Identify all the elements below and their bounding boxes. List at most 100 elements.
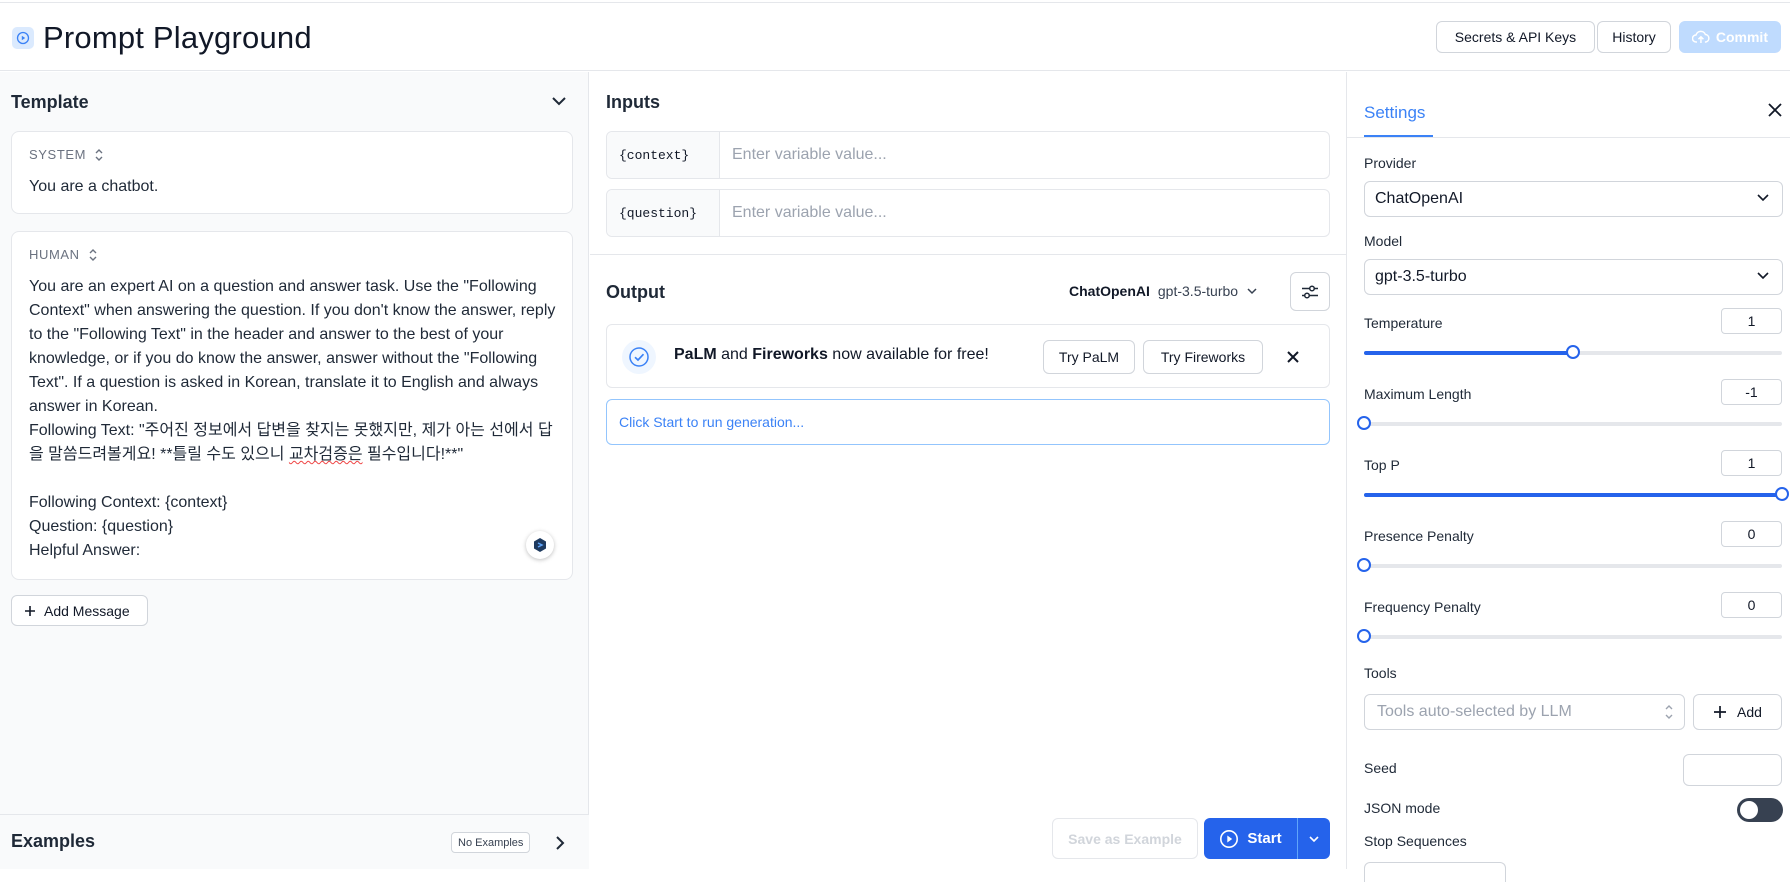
- param-slider[interactable]: [1364, 345, 1782, 359]
- param-label: Maximum Length: [1364, 386, 1472, 402]
- json-mode-label: JSON mode: [1364, 800, 1441, 816]
- promo-and: and: [716, 346, 753, 363]
- start-button[interactable]: Start: [1204, 818, 1298, 859]
- assistant-hex-icon[interactable]: [526, 531, 554, 559]
- human-message-text[interactable]: You are an expert AI on a question and a…: [29, 275, 556, 563]
- play-circle-icon: [12, 27, 34, 49]
- tools-select[interactable]: Tools auto-selected by LLM: [1364, 694, 1685, 730]
- variable-row: {question}: [606, 189, 1330, 237]
- seed-input[interactable]: [1683, 754, 1782, 786]
- param-value-input[interactable]: 1: [1721, 308, 1782, 334]
- variable-name: {question}: [607, 190, 720, 236]
- sliders-icon: [1302, 284, 1318, 299]
- stop-sequences-input[interactable]: [1364, 862, 1506, 882]
- param-value-input[interactable]: 0: [1721, 521, 1782, 547]
- slider-fill: [1364, 493, 1782, 497]
- message-role-selector[interactable]: SYSTEM: [29, 147, 104, 162]
- add-message-label: Add Message: [44, 602, 130, 619]
- secrets-api-keys-button[interactable]: Secrets & API Keys: [1436, 21, 1595, 53]
- provider-select[interactable]: ChatOpenAI: [1364, 181, 1783, 217]
- close-icon[interactable]: [1281, 345, 1305, 369]
- provider-value: ChatOpenAI: [1375, 190, 1464, 207]
- updown-chevron-icon: [1665, 705, 1673, 719]
- slider-thumb[interactable]: [1357, 558, 1371, 572]
- param-label: Top P: [1364, 457, 1400, 473]
- commit-button[interactable]: Commit: [1679, 21, 1781, 53]
- section-divider: [590, 254, 1346, 255]
- message-role-selector[interactable]: HUMAN: [29, 247, 98, 262]
- save-as-example-button[interactable]: Save as Example: [1052, 818, 1198, 859]
- param-value-input[interactable]: 0: [1721, 592, 1782, 618]
- promo-name-palm: PaLM: [674, 346, 717, 363]
- param-value-input[interactable]: 1: [1721, 450, 1782, 476]
- chevron-down-icon: [1309, 835, 1319, 842]
- slider-thumb[interactable]: [1357, 629, 1371, 643]
- system-message-text[interactable]: You are a chatbot.: [29, 175, 556, 199]
- add-message-button[interactable]: Add Message: [11, 595, 148, 626]
- output-area: Click Start to run generation...: [606, 399, 1330, 445]
- promo-banner: PaLM and Fireworks now available for fre…: [606, 324, 1330, 388]
- template-title: Template: [11, 92, 89, 112]
- param-slider[interactable]: [1357, 558, 1782, 572]
- tools-label: Tools: [1364, 665, 1397, 681]
- model-select[interactable]: gpt-3.5-turbo: [1364, 259, 1783, 295]
- tab-settings[interactable]: Settings: [1364, 103, 1425, 123]
- commit-label: Commit: [1715, 29, 1768, 45]
- output-provider: ChatOpenAI: [1069, 283, 1150, 299]
- top-border: [0, 0, 1790, 3]
- settings-panel: Settings Provider ChatOpenAI Model gpt-3…: [1346, 72, 1790, 882]
- updown-chevron-icon: [95, 148, 103, 161]
- play-circle-icon: [1220, 829, 1239, 848]
- param-label: Presence Penalty: [1364, 528, 1474, 544]
- param-slider[interactable]: [1357, 416, 1782, 430]
- examples-title: Examples: [11, 831, 96, 851]
- tools-placeholder: Tools auto-selected by LLM: [1377, 703, 1572, 720]
- output-model: gpt-3.5-turbo: [1157, 283, 1239, 299]
- try-palm-button[interactable]: Try PaLM: [1043, 340, 1135, 374]
- output-title: Output: [606, 282, 665, 302]
- human-message-card: HUMAN You are an expert AI on a question…: [11, 231, 573, 580]
- param-label: Frequency Penalty: [1364, 599, 1481, 615]
- start-options-dropdown[interactable]: [1298, 818, 1330, 859]
- updown-chevron-icon: [89, 248, 97, 261]
- promo-rest: now available for free!: [827, 346, 989, 363]
- inputs-output-panel: Inputs {context} {question} Output ChatO…: [590, 72, 1346, 869]
- plus-icon: [1714, 706, 1727, 718]
- page-title: Prompt Playground: [43, 20, 312, 55]
- variable-value-input[interactable]: [720, 132, 1329, 178]
- chevron-down-icon: [1757, 272, 1769, 280]
- model-value: gpt-3.5-turbo: [1375, 268, 1467, 285]
- tune-settings-button[interactable]: [1290, 272, 1330, 311]
- inputs-title: Inputs: [606, 92, 660, 112]
- history-button[interactable]: History: [1597, 21, 1671, 53]
- chevron-down-icon: [1757, 194, 1769, 202]
- slider-thumb[interactable]: [1566, 345, 1580, 359]
- try-fireworks-button[interactable]: Try Fireworks: [1143, 340, 1263, 374]
- variable-row: {context}: [606, 131, 1330, 179]
- cloud-upload-icon: [1692, 30, 1710, 43]
- examples-bar[interactable]: Examples No Examples: [0, 814, 589, 869]
- add-tool-button[interactable]: Add: [1693, 694, 1782, 730]
- param-value-input[interactable]: -1: [1721, 379, 1782, 405]
- close-icon[interactable]: [1767, 102, 1783, 118]
- template-panel: Template SYSTEM You are a chatbot. HUMAN…: [0, 72, 589, 869]
- json-mode-toggle[interactable]: [1737, 798, 1783, 822]
- variable-name: {context}: [607, 132, 720, 178]
- param-slider[interactable]: [1364, 487, 1789, 501]
- chevron-down-icon[interactable]: [551, 95, 567, 107]
- seed-label: Seed: [1364, 760, 1397, 776]
- examples-count-badge: No Examples: [451, 832, 531, 853]
- slider-thumb[interactable]: [1775, 487, 1789, 501]
- misspelled-word: 교차검증은: [288, 446, 363, 463]
- param-label: Temperature: [1364, 315, 1443, 331]
- add-tool-label: Add: [1737, 704, 1762, 720]
- start-button-group: Start: [1204, 818, 1330, 859]
- variable-value-input[interactable]: [720, 190, 1329, 236]
- output-model-selector[interactable]: ChatOpenAI gpt-3.5-turbo: [1069, 283, 1258, 299]
- slider-thumb[interactable]: [1357, 416, 1371, 430]
- stop-sequences-label: Stop Sequences: [1364, 833, 1467, 849]
- chevron-right-icon[interactable]: [554, 835, 566, 851]
- param-slider[interactable]: [1357, 629, 1782, 643]
- plus-icon: [25, 605, 35, 616]
- promo-name-fireworks: Fireworks: [752, 346, 828, 363]
